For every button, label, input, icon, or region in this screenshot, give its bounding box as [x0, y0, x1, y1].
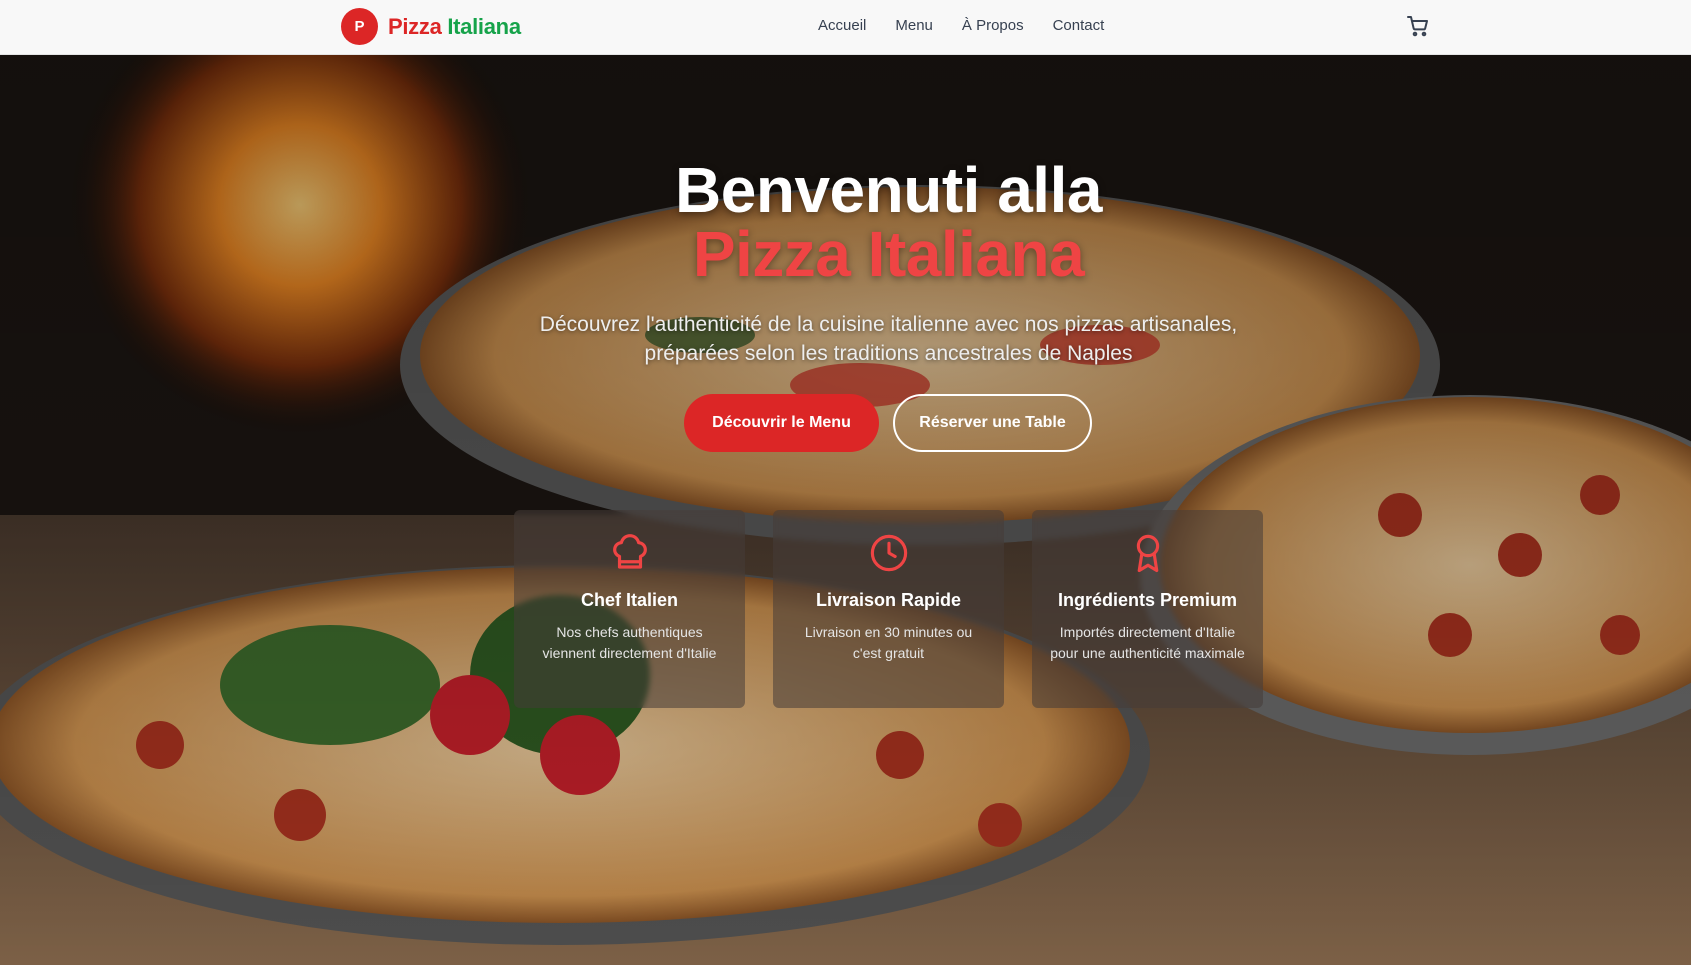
feature-card-chef: Chef Italien Nos chefs authentiques vien… [514, 510, 745, 708]
hero-title: Benvenuti alla Pizza Italiana [0, 158, 1691, 286]
nav-link-menu[interactable]: Menu [895, 17, 933, 34]
hero-title-accent: Pizza Italiana [692, 218, 1085, 290]
logo-badge: P [341, 8, 378, 45]
navbar: P Pizza Italiana Accueil Menu À Propos C… [0, 0, 1691, 55]
award-ribbon-icon [1136, 534, 1160, 573]
reserve-table-button[interactable]: Réserver une Table [893, 394, 1092, 452]
brand-name: Pizza Italiana [388, 14, 521, 40]
hero-subtitle: Découvrez l'authenticité de la cuisine i… [0, 310, 1691, 368]
hero-subtitle-line2: préparées selon les traditions ancestral… [644, 342, 1133, 365]
nav-link-a-propos[interactable]: À Propos [962, 17, 1024, 34]
clock-icon [870, 534, 908, 572]
feature-title: Ingrédients Premium [1057, 590, 1238, 610]
features-row: Chef Italien Nos chefs authentiques vien… [514, 510, 1263, 708]
feature-card-ingredients: Ingrédients Premium Importés directement… [1032, 510, 1263, 708]
feature-description: Importés directement d'Italie pour une a… [1050, 624, 1245, 661]
hero-subtitle-line1: Découvrez l'authenticité de la cuisine i… [539, 313, 1238, 336]
discover-menu-button[interactable]: Découvrir le Menu [684, 394, 879, 452]
brand-word-italiana: Italiana [447, 13, 521, 39]
feature-title: Livraison Rapide [815, 590, 962, 610]
brand-logo-link[interactable]: P Pizza Italiana [341, 8, 521, 45]
feature-card-delivery: Livraison Rapide Livraison en 30 minutes… [773, 510, 1004, 708]
feature-description: Nos chefs authentiques viennent directem… [542, 624, 717, 661]
brand-word-pizza: Pizza [388, 13, 442, 39]
hero-title-line1: Benvenuti alla [675, 154, 1102, 226]
chef-hat-icon [613, 534, 647, 569]
shopping-cart-icon[interactable] [1406, 14, 1430, 38]
nav-link-accueil[interactable]: Accueil [818, 17, 866, 34]
nav-link-contact[interactable]: Contact [1053, 17, 1105, 34]
nav-links: Accueil Menu À Propos Contact [818, 17, 1133, 34]
feature-description: Livraison en 30 minutes ou c'est gratuit [804, 624, 973, 661]
feature-title: Chef Italien [580, 590, 678, 610]
